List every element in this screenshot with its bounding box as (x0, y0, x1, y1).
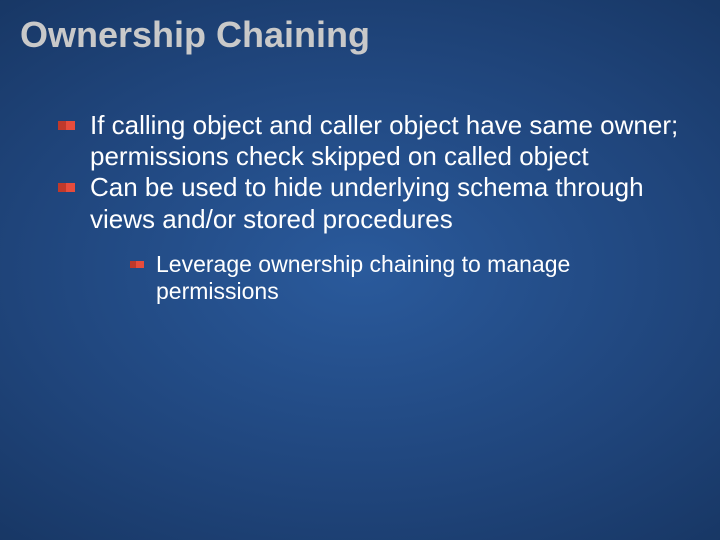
slide-title: Ownership Chaining (20, 14, 370, 56)
bullet-text: If calling object and caller object have… (90, 110, 678, 171)
bullet-icon (58, 183, 75, 192)
sub-bullet-text: Leverage ownership chaining to manage pe… (156, 251, 570, 305)
bullet-icon (58, 121, 75, 130)
bullet-icon (130, 261, 144, 268)
bullet-item: If calling object and caller object have… (58, 110, 680, 172)
slide-content: If calling object and caller object have… (58, 110, 680, 306)
slide: Ownership Chaining If calling object and… (0, 0, 720, 540)
bullet-text: Can be used to hide underlying schema th… (90, 172, 644, 233)
sub-bullet-item: Leverage ownership chaining to manage pe… (130, 251, 680, 306)
bullet-item: Can be used to hide underlying schema th… (58, 172, 680, 306)
